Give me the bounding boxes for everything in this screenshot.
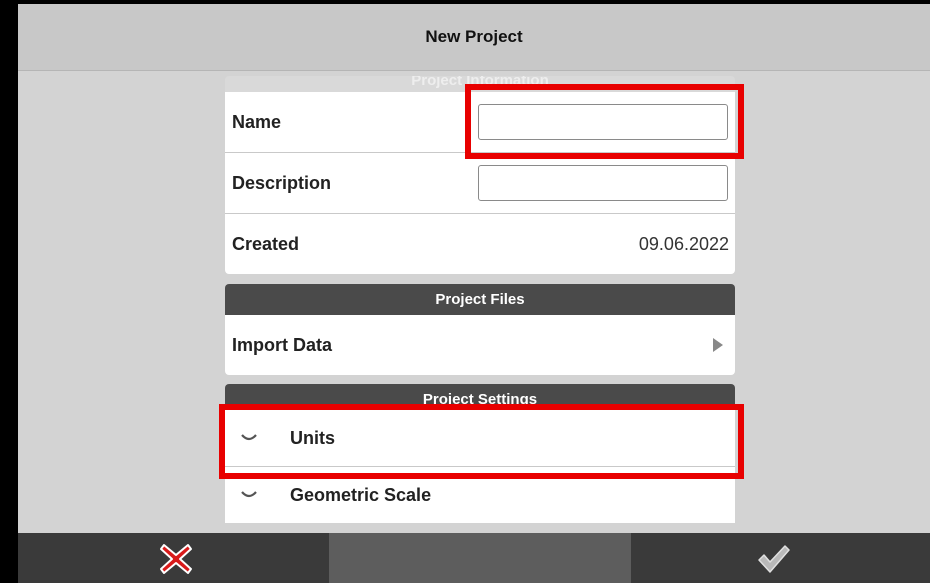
page-title: New Project bbox=[425, 27, 523, 46]
project-information-card: Name Description Created 09.06.2022 bbox=[225, 92, 735, 274]
footer-center-area bbox=[329, 533, 631, 583]
project-settings-header: Project Settings bbox=[225, 384, 735, 410]
created-date: 09.06.2022 bbox=[638, 233, 729, 254]
import-data-label: Import Data bbox=[232, 334, 333, 355]
created-row: Created 09.06.2022 bbox=[225, 214, 735, 274]
app-screen: New Project Project Information Name Des… bbox=[18, 4, 930, 583]
red-x-icon bbox=[160, 544, 192, 574]
project-files-title: Project Files bbox=[435, 291, 525, 308]
project-settings-title: Project Settings bbox=[422, 391, 538, 408]
project-files-header: Project Files bbox=[225, 284, 735, 315]
units-row[interactable]: Units bbox=[225, 410, 735, 467]
name-label: Name bbox=[232, 111, 282, 132]
name-row: Name bbox=[225, 92, 735, 153]
geometric-scale-row[interactable]: Geometric Scale bbox=[225, 467, 735, 523]
units-label: Units bbox=[290, 427, 335, 448]
chevron-right-icon bbox=[713, 338, 723, 352]
chevron-down-icon bbox=[241, 491, 257, 498]
created-label: Created bbox=[232, 233, 300, 254]
project-information-panel: Project Information Name Description Cre… bbox=[225, 76, 735, 274]
description-field[interactable] bbox=[478, 165, 728, 201]
chevron-down-icon bbox=[241, 434, 257, 441]
footer-bar bbox=[18, 533, 930, 583]
description-row: Description bbox=[225, 153, 735, 214]
cancel-button[interactable] bbox=[158, 541, 194, 577]
project-files-card: Import Data bbox=[225, 315, 735, 375]
checkmark-icon bbox=[758, 545, 790, 573]
project-files-panel: Project Files Import Data bbox=[225, 284, 735, 375]
project-information-title: Project Information bbox=[411, 76, 549, 89]
name-field[interactable] bbox=[478, 104, 728, 140]
title-bar: New Project bbox=[18, 4, 930, 71]
geometric-scale-label: Geometric Scale bbox=[290, 484, 432, 505]
import-data-row[interactable]: Import Data bbox=[225, 315, 735, 375]
description-label: Description bbox=[232, 172, 332, 193]
project-settings-list: Units Geometric Scale bbox=[225, 410, 735, 523]
project-information-header: Project Information bbox=[225, 76, 735, 92]
project-settings-panel: Project Settings Units Geometric Scale bbox=[225, 384, 735, 523]
confirm-button[interactable] bbox=[755, 541, 791, 577]
